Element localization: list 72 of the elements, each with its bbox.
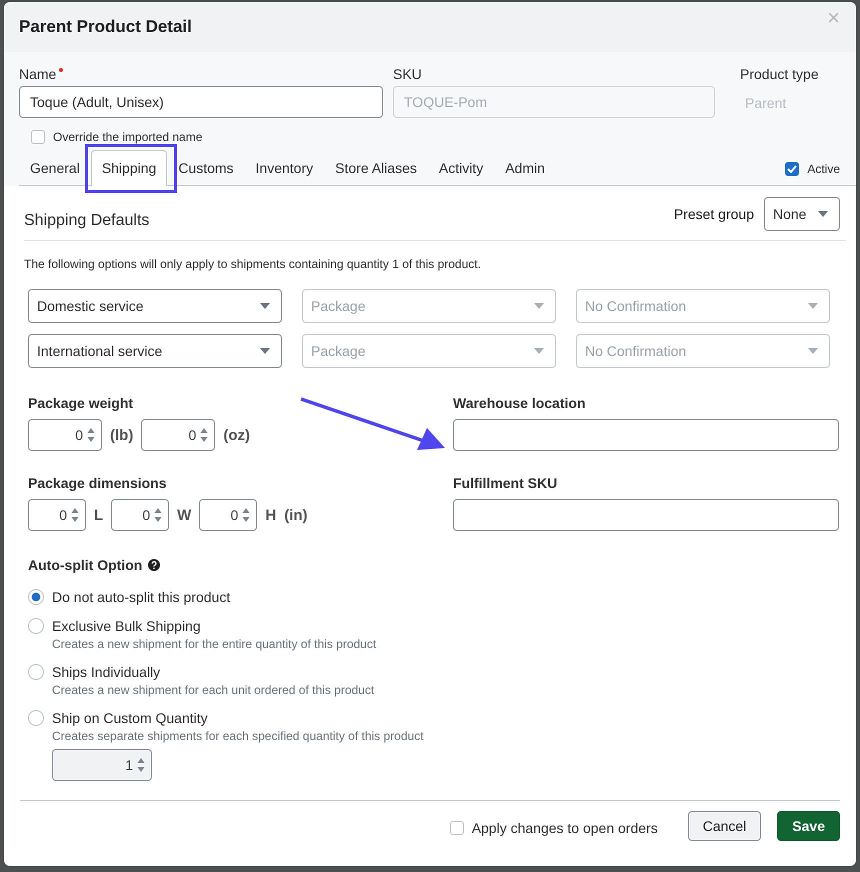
tab[interactable]: Store Aliases <box>324 150 428 186</box>
caret-icon <box>808 303 818 309</box>
tab[interactable]: Inventory <box>244 150 324 186</box>
number-field[interactable]: 0 <box>199 499 258 531</box>
option-description: Creates separate shipments for each specified quantity of this product <box>52 729 424 743</box>
spinner-arrows-icon[interactable] <box>87 427 95 443</box>
radio-button[interactable] <box>28 664 44 680</box>
field-label: SKU <box>393 66 423 82</box>
caret-icon <box>534 303 544 309</box>
field-label: Product type <box>740 66 819 82</box>
radio-label: Do not auto-split this product <box>52 589 230 605</box>
quantity-field[interactable]: 1 <box>52 749 152 781</box>
spinner-arrows-icon[interactable] <box>154 507 162 523</box>
option-description: Creates a new shipment for each unit ordered of this product <box>52 683 374 697</box>
field-label: Auto-split Option <box>28 557 142 573</box>
help-icon[interactable] <box>148 559 160 571</box>
number-field[interactable]: 0 <box>111 499 170 531</box>
unit-label: (oz) <box>223 426 250 444</box>
caret-icon <box>534 348 544 354</box>
radio-label: Ships Individually <box>52 664 162 680</box>
spinner-arrows-icon[interactable] <box>137 757 145 773</box>
caret-icon <box>818 211 828 217</box>
tab[interactable]: Admin <box>494 150 556 186</box>
checkbox-label: Apply changes to open orders <box>472 820 658 836</box>
unit-label: L <box>94 506 104 524</box>
spinner-arrows-icon[interactable] <box>200 427 208 443</box>
radio-button[interactable] <box>28 589 44 605</box>
cancel-button[interactable]: Cancel <box>688 811 762 841</box>
caret-icon <box>808 348 818 354</box>
radio-button[interactable] <box>28 710 44 726</box>
checkbox-label: Active <box>807 162 840 176</box>
checkbox[interactable] <box>450 821 464 835</box>
unit-label: (lb) <box>110 426 134 444</box>
tab[interactable]: Customs <box>167 150 245 186</box>
field-label: Warehouse location <box>453 395 587 411</box>
caret-icon <box>260 303 270 309</box>
save-button[interactable]: Save <box>777 811 840 841</box>
option-description: Creates a new shipment for the entire quantity of this product <box>52 637 376 651</box>
service-dropdown[interactable]: International service <box>28 334 282 368</box>
fulfillment-sku-field[interactable] <box>453 499 839 531</box>
radio-label: Ship on Custom Quantity <box>52 710 209 726</box>
section-title: Shipping Defaults <box>24 211 150 230</box>
tab[interactable]: Shipping <box>90 150 168 186</box>
field-label: Fulfillment SKU <box>453 475 558 491</box>
checkbox[interactable] <box>785 162 800 176</box>
number-field[interactable]: 0 <box>28 419 102 451</box>
name-field[interactable]: Toque (Adult, Unisex) <box>19 86 383 118</box>
warehouse-location-field[interactable] <box>453 419 839 451</box>
checkbox[interactable] <box>31 130 45 144</box>
number-field[interactable]: 0 <box>28 499 86 531</box>
field-label: Name <box>19 66 56 82</box>
field-label: Preset group <box>674 206 754 222</box>
unit-label: W <box>177 506 192 524</box>
tab[interactable]: Activity <box>428 150 494 186</box>
spinner-arrows-icon[interactable] <box>242 507 250 523</box>
field-label: Package weight <box>28 395 134 411</box>
radio-button[interactable] <box>28 618 44 634</box>
tab[interactable]: General <box>19 150 91 186</box>
spinner-arrows-icon[interactable] <box>71 507 79 523</box>
sku-field[interactable]: TOQUE-Pom <box>393 86 715 118</box>
caret-icon <box>260 348 270 354</box>
checkbox-label: Override the imported name <box>53 130 202 144</box>
info-text: The following options will only apply to shipments containing quantity 1 of this product. <box>24 257 482 271</box>
unit-label: (in) <box>284 506 308 524</box>
dialog-title: Parent Product Detail <box>19 17 192 37</box>
field-label: Package dimensions <box>28 475 168 491</box>
unit-label: H <box>265 506 276 524</box>
service-dropdown[interactable]: Domestic service <box>28 289 282 323</box>
number-field[interactable]: 0 <box>141 419 216 451</box>
preset-group-dropdown[interactable]: None <box>764 197 840 231</box>
product-type-value: Parent <box>744 94 788 113</box>
radio-label: Exclusive Bulk Shipping <box>52 618 202 634</box>
